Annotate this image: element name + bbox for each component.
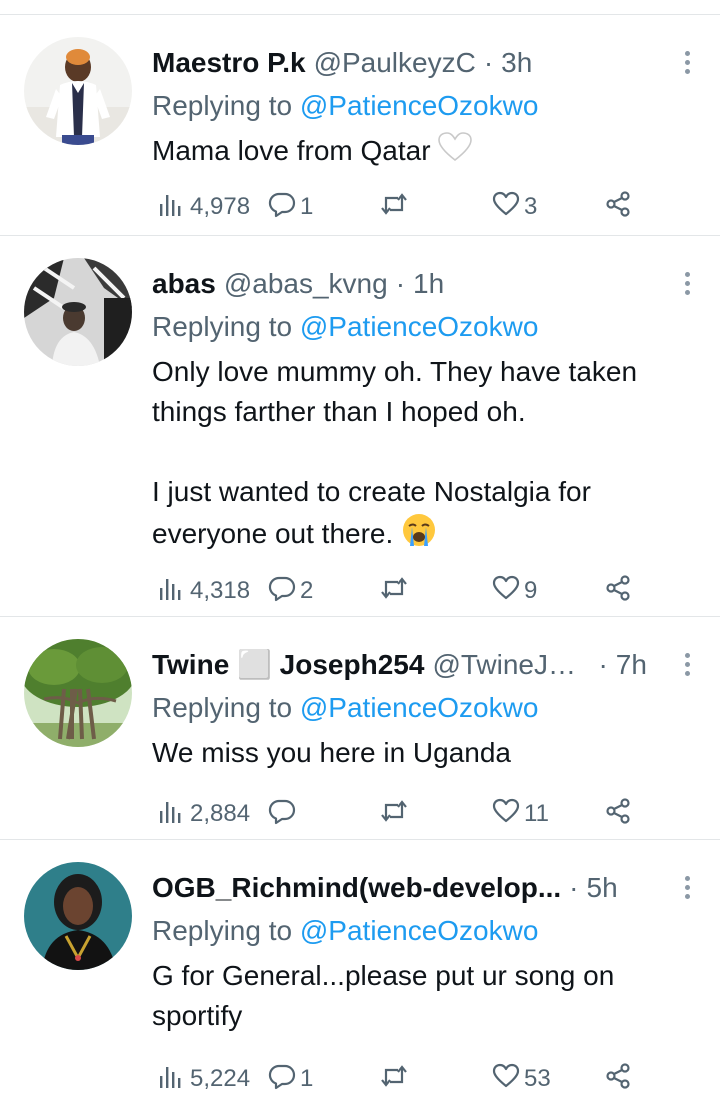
retweet-icon: [380, 797, 408, 832]
replying-to-label: Replying to: [152, 915, 293, 946]
mention-link[interactable]: @PatienceOzokwo: [300, 311, 539, 342]
reply-icon: [268, 190, 296, 225]
timestamp[interactable]: 7h: [616, 647, 647, 683]
share-button[interactable]: [604, 794, 632, 834]
tweet-text: We miss you here in Uganda: [152, 737, 511, 768]
replying-to-label: Replying to: [152, 311, 293, 342]
reply-icon: [268, 1062, 296, 1097]
replying-to: Replying to @PatienceOzokwo: [152, 689, 702, 727]
reply-icon: [268, 797, 296, 832]
retweet-icon: [380, 190, 408, 225]
reply-count: 2: [300, 577, 314, 604]
separator-dot: ·: [395, 268, 406, 299]
reply-tweet[interactable]: Maestro P.k @PaulkeyzC · 3h Replying to …: [0, 15, 720, 236]
share-button[interactable]: [604, 1059, 632, 1099]
reply-button[interactable]: 1: [268, 1059, 313, 1099]
share-icon: [604, 797, 632, 832]
reply-button[interactable]: [268, 794, 300, 834]
retweet-icon: [380, 574, 408, 609]
user-handle[interactable]: @TwineJos...: [432, 647, 590, 683]
tweet-text-content: Mama love from Qatar: [152, 135, 431, 166]
share-icon: [604, 1062, 632, 1097]
reply-tweet[interactable]: Twine ⬜ Joseph254 @TwineJos... · 7h Repl…: [0, 617, 720, 840]
analytics-icon: [158, 574, 186, 609]
share-icon: [604, 574, 632, 609]
avatar[interactable]: [24, 639, 132, 747]
replying-to-label: Replying to: [152, 90, 293, 121]
avatar[interactable]: [24, 862, 132, 970]
replying-to: Replying to @PatienceOzokwo: [152, 912, 702, 950]
user-handle[interactable]: @abas_kvng: [224, 266, 388, 302]
reply-tweet[interactable]: abas @abas_kvng · 1h Replying to @Patien…: [0, 236, 720, 617]
retweet-button[interactable]: [380, 187, 412, 227]
views-count: 4,318: [190, 577, 251, 604]
retweet-button[interactable]: [380, 571, 412, 611]
display-name[interactable]: Twine ⬜ Joseph254: [152, 647, 424, 683]
analytics-icon: [158, 797, 186, 832]
timestamp[interactable]: 3h: [501, 45, 532, 81]
tweet-text: Mama love from Qatar: [152, 131, 702, 173]
like-button[interactable]: 53: [492, 1059, 551, 1099]
replying-to-label: Replying to: [152, 692, 293, 723]
mention-link[interactable]: @PatienceOzokwo: [300, 915, 539, 946]
reply-count: 1: [300, 1065, 314, 1092]
mention-link[interactable]: @PatienceOzokwo: [300, 692, 539, 723]
share-button[interactable]: [604, 571, 632, 611]
user-handle[interactable]: @PaulkeyzC: [314, 45, 476, 81]
like-count: 9: [524, 577, 538, 604]
avatar[interactable]: [24, 258, 132, 366]
timestamp[interactable]: 5h: [587, 870, 618, 906]
like-button[interactable]: 3: [492, 187, 537, 227]
like-count: 53: [524, 1065, 551, 1092]
reply-count: 1: [300, 193, 314, 220]
share-icon: [604, 190, 632, 225]
separator-dot: ·: [598, 649, 608, 680]
reply-tweet[interactable]: OGB_Richmind(web-develop... · 5h Replyin…: [0, 840, 720, 1102]
display-name[interactable]: abas: [152, 266, 216, 302]
heart-icon: [492, 797, 520, 832]
display-name[interactable]: Maestro P.k: [152, 45, 306, 81]
replying-to: Replying to @PatienceOzokwo: [152, 308, 702, 346]
views-count: 4,978: [190, 193, 251, 220]
heart-icon: [492, 190, 520, 225]
reply-button[interactable]: 2: [268, 571, 313, 611]
views-button[interactable]: 4,978: [158, 187, 250, 227]
separator-dot: ·: [569, 872, 579, 903]
like-count: 3: [524, 193, 538, 220]
views-count: 2,884: [190, 800, 251, 827]
heart-icon: [492, 1062, 520, 1097]
like-button[interactable]: 11: [492, 794, 549, 834]
retweet-icon: [380, 1062, 408, 1097]
white-heart-icon: [438, 132, 473, 173]
share-button[interactable]: [604, 187, 632, 227]
avatar[interactable]: [24, 37, 132, 145]
separator-dot: ·: [483, 47, 494, 78]
like-count: 11: [524, 800, 549, 827]
mention-link[interactable]: @PatienceOzokwo: [300, 90, 539, 121]
retweet-button[interactable]: [380, 1059, 412, 1099]
views-button[interactable]: 2,884: [158, 794, 250, 834]
reply-icon: [268, 574, 296, 609]
analytics-icon: [158, 1062, 186, 1097]
crying-face-icon: [401, 512, 437, 559]
reply-button[interactable]: 1: [268, 187, 313, 227]
views-button[interactable]: 4,318: [158, 571, 250, 611]
like-button[interactable]: 9: [492, 571, 537, 611]
tweet-text: G for General...please put ur song on sp…: [152, 960, 623, 1031]
timestamp[interactable]: 1h: [413, 266, 444, 302]
analytics-icon: [158, 190, 186, 225]
tweet-text-content: Only love mummy oh. They have taken thin…: [152, 356, 638, 549]
views-count: 5,224: [190, 1065, 251, 1092]
retweet-button[interactable]: [380, 794, 412, 834]
display-name[interactable]: OGB_Richmind(web-develop...: [152, 870, 561, 906]
heart-icon: [492, 574, 520, 609]
views-button[interactable]: 5,224: [158, 1059, 250, 1099]
replying-to: Replying to @PatienceOzokwo: [152, 87, 702, 125]
tweet-text: Only love mummy oh. They have taken thin…: [152, 352, 702, 559]
